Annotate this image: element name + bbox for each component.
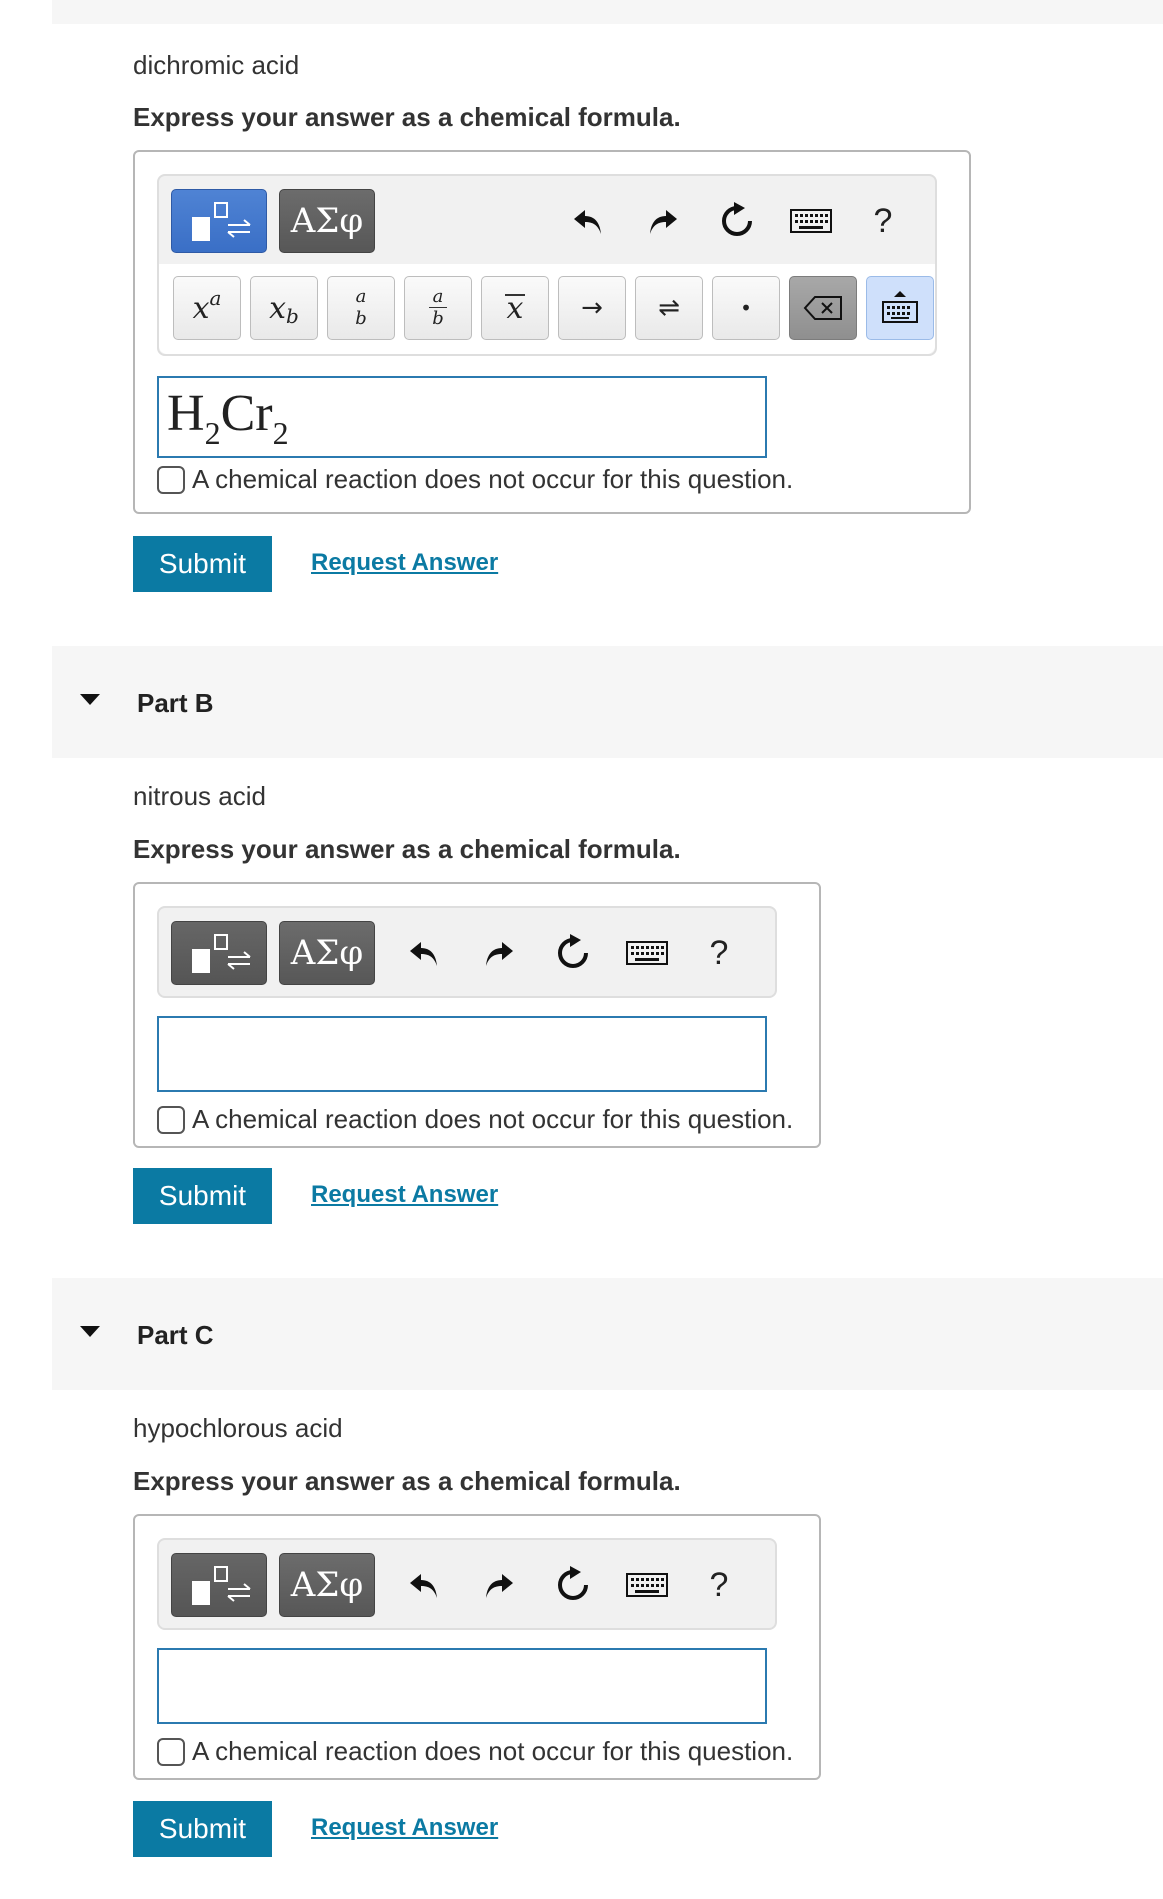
no-reaction-label: A chemical reaction does not occur for t… bbox=[192, 464, 794, 494]
formula-element-h: H bbox=[167, 385, 205, 442]
instruction-text: Express your answer as a chemical formul… bbox=[133, 102, 681, 132]
subscript-key[interactable]: xb bbox=[250, 276, 318, 340]
math-toolbar: ΑΣφ ? xa xb a b a b x → ⇌ • bbox=[157, 174, 937, 356]
answer-input[interactable]: H2Cr2 bbox=[157, 376, 767, 458]
reset-button[interactable] bbox=[545, 922, 601, 984]
keyboard-icon bbox=[790, 209, 832, 233]
question-text: dichromic acid bbox=[133, 50, 300, 80]
stacked-fraction-key[interactable]: a b bbox=[404, 276, 472, 340]
answer-input[interactable] bbox=[157, 1016, 767, 1092]
greek-symbols-button[interactable]: ΑΣφ bbox=[279, 921, 375, 985]
templates-button[interactable] bbox=[171, 1553, 267, 1617]
undo-button[interactable] bbox=[560, 190, 616, 252]
answer-box: ΑΣφ ? A chemical reaction does not occur… bbox=[133, 882, 821, 1148]
instruction-text: Express your answer as a chemical formul… bbox=[133, 1466, 681, 1496]
key-base: x bbox=[269, 290, 287, 326]
collapse-caret-icon[interactable] bbox=[80, 694, 100, 705]
no-reaction-option[interactable]: A chemical reaction does not occur for t… bbox=[157, 1736, 793, 1767]
part-title: Part B bbox=[137, 688, 214, 718]
greek-symbols-button[interactable]: ΑΣφ bbox=[279, 189, 375, 253]
keyboard-icon bbox=[626, 1573, 668, 1597]
submit-button[interactable]: Submit bbox=[133, 1168, 272, 1224]
no-reaction-option[interactable]: A chemical reaction does not occur for t… bbox=[157, 1104, 793, 1135]
submit-button[interactable]: Submit bbox=[133, 536, 272, 592]
no-reaction-checkbox[interactable] bbox=[157, 1105, 185, 1134]
reaction-arrow-key[interactable]: → bbox=[558, 276, 626, 340]
superscript-key[interactable]: xa bbox=[173, 276, 241, 340]
top-band bbox=[52, 0, 1163, 24]
help-button[interactable]: ? bbox=[691, 922, 747, 984]
key-subscript: b bbox=[286, 304, 299, 328]
key-denominator: b bbox=[432, 307, 444, 329]
question-text: nitrous acid bbox=[133, 781, 266, 811]
key-base: x bbox=[192, 290, 210, 326]
redo-icon bbox=[486, 1574, 513, 1598]
backspace-icon bbox=[803, 296, 842, 320]
request-answer-link[interactable]: Request Answer bbox=[311, 549, 498, 577]
greek-symbols-button[interactable]: ΑΣφ bbox=[279, 1553, 375, 1617]
answer-box: ΑΣφ ? xa xb a b a b x → ⇌ • H2Cr2 A chem… bbox=[133, 150, 971, 514]
templates-icon bbox=[192, 202, 251, 241]
reset-icon bbox=[558, 1566, 588, 1600]
collapse-caret-icon[interactable] bbox=[80, 1326, 100, 1337]
math-toolbar: ΑΣφ ? bbox=[157, 1538, 777, 1630]
formula-element-cr: Cr bbox=[220, 385, 273, 442]
undo-button[interactable] bbox=[396, 1554, 452, 1616]
part-b-header[interactable]: Part B bbox=[52, 646, 1163, 758]
answer-box: ΑΣφ ? A chemical reaction does not occur… bbox=[133, 1514, 821, 1780]
request-answer-link[interactable]: Request Answer bbox=[311, 1814, 498, 1842]
reset-button[interactable] bbox=[709, 190, 765, 252]
reset-button[interactable] bbox=[545, 1554, 601, 1616]
undo-button[interactable] bbox=[396, 922, 452, 984]
request-answer-link[interactable]: Request Answer bbox=[311, 1181, 498, 1209]
undo-icon bbox=[574, 210, 601, 234]
equilibrium-arrow-key[interactable]: ⇌ bbox=[635, 276, 703, 340]
reset-icon bbox=[558, 934, 588, 968]
keyboard-shortcuts-button[interactable] bbox=[619, 1554, 675, 1616]
part-title: Part C bbox=[137, 1320, 214, 1350]
keyboard-icon bbox=[626, 941, 668, 965]
redo-icon bbox=[650, 210, 677, 234]
answer-input[interactable] bbox=[157, 1648, 767, 1724]
redo-button[interactable] bbox=[471, 1554, 527, 1616]
keyboard-shortcuts-button[interactable] bbox=[783, 190, 839, 252]
dot-key[interactable]: • bbox=[712, 276, 780, 340]
no-reaction-option[interactable]: A chemical reaction does not occur for t… bbox=[157, 464, 793, 495]
keyboard-toggle-icon bbox=[882, 291, 918, 323]
math-toolbar: ΑΣφ ? bbox=[157, 906, 777, 998]
delete-key[interactable] bbox=[789, 276, 857, 340]
help-button[interactable]: ? bbox=[691, 1554, 747, 1616]
undo-icon bbox=[410, 1574, 437, 1598]
redo-button[interactable] bbox=[471, 922, 527, 984]
key-vector-symbol: x bbox=[504, 291, 526, 326]
key-numerator: a bbox=[355, 286, 367, 307]
submit-button[interactable]: Submit bbox=[133, 1801, 272, 1857]
templates-icon bbox=[192, 934, 251, 973]
formula-subscript: 2 bbox=[204, 415, 221, 451]
keyboard-shortcuts-button[interactable] bbox=[619, 922, 675, 984]
part-c-header[interactable]: Part C bbox=[52, 1278, 1163, 1390]
key-denominator: b bbox=[355, 308, 367, 329]
templates-button[interactable] bbox=[171, 921, 267, 985]
redo-icon bbox=[486, 942, 513, 966]
help-button[interactable]: ? bbox=[855, 190, 911, 252]
key-exponent: a bbox=[209, 286, 222, 310]
no-reaction-checkbox[interactable] bbox=[157, 465, 185, 494]
redo-button[interactable] bbox=[635, 190, 691, 252]
vector-key[interactable]: x bbox=[481, 276, 549, 340]
virtual-keyboard-key[interactable] bbox=[866, 276, 934, 340]
no-reaction-checkbox[interactable] bbox=[157, 1737, 185, 1766]
question-text: hypochlorous acid bbox=[133, 1413, 343, 1443]
templates-button[interactable] bbox=[171, 189, 267, 253]
instruction-text: Express your answer as a chemical formul… bbox=[133, 834, 681, 864]
no-reaction-label: A chemical reaction does not occur for t… bbox=[192, 1104, 794, 1134]
reset-icon bbox=[722, 202, 752, 236]
templates-icon bbox=[192, 1566, 251, 1605]
key-numerator: a bbox=[428, 286, 448, 308]
no-reaction-label: A chemical reaction does not occur for t… bbox=[192, 1736, 794, 1766]
undo-icon bbox=[410, 942, 437, 966]
fraction-key[interactable]: a b bbox=[327, 276, 395, 340]
formula-subscript: 2 bbox=[272, 415, 289, 451]
